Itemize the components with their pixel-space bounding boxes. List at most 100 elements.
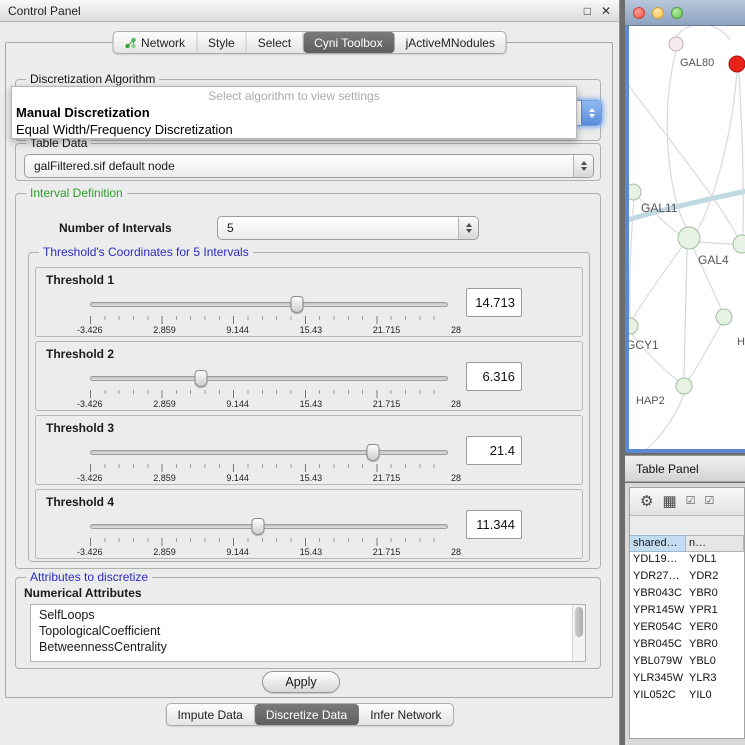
close-window-icon[interactable]: ✕ (601, 5, 611, 17)
network-node[interactable] (729, 56, 745, 72)
popup-placeholder-text: Select algorithm to view settings (12, 87, 576, 104)
scale-tick-label: 9.144 (226, 325, 249, 335)
minimize-traffic-light-icon[interactable] (652, 7, 664, 19)
scrollbar-thumb[interactable] (575, 607, 583, 637)
slider-thumb[interactable] (252, 518, 265, 535)
threshold-2-value-field[interactable] (466, 362, 522, 391)
scale-tick-label: 2.859 (153, 547, 176, 557)
table-row[interactable]: YBL079WYBL0 (630, 654, 744, 671)
table-row[interactable]: YBR043CYBR0 (630, 586, 744, 603)
table-row[interactable]: YDR27…YDR2 (630, 569, 744, 586)
threshold-4-value-field[interactable] (466, 510, 522, 539)
table-cell: YLR3 (686, 671, 744, 688)
scale-tick-label: 9.144 (226, 473, 249, 483)
network-edge (633, 248, 681, 318)
network-node[interactable] (669, 37, 683, 51)
tab-style[interactable]: Style (197, 32, 247, 53)
tab-impute-data[interactable]: Impute Data (166, 704, 254, 725)
tab-network[interactable]: Network (113, 32, 197, 53)
slider-ticks (90, 316, 448, 324)
slider-track[interactable] (90, 376, 448, 381)
network-canvas-svg: GAL80GAL11GAL4GCY1HAP2H (629, 26, 745, 449)
table-cell: YBR0 (686, 586, 744, 603)
scale-tick-label: 21.715 (373, 399, 401, 409)
attribute-list-item[interactable]: BetweennessCentrality (31, 639, 585, 655)
column-header-name[interactable]: n… (686, 535, 744, 552)
number-of-intervals-combo[interactable]: 5 (217, 216, 479, 240)
slider-thumb[interactable] (366, 444, 379, 461)
numerical-attributes-label: Numerical Attributes (24, 586, 142, 600)
slider-thumb[interactable] (194, 370, 207, 387)
algorithm-option-manual[interactable]: Manual Discretization (12, 104, 576, 121)
tab-select[interactable]: Select (247, 32, 303, 53)
threshold-1-value-field[interactable] (466, 288, 522, 317)
tab-label: Infer Network (370, 708, 441, 722)
table-cell: YDR27… (630, 569, 686, 586)
node-table-window: ⚙ ▦ ☑ ☑ shared… n… YDL19…YDL1YDR27…YDR2Y… (629, 487, 745, 739)
tab-jactivemnodules[interactable]: jActiveMNodules (395, 32, 506, 53)
attribute-list-item[interactable]: SelfLoops (31, 607, 585, 623)
select-all-checkbox-icon[interactable]: ☑ (686, 496, 696, 507)
network-canvas[interactable]: GAL80GAL11GAL4GCY1HAP2H (625, 26, 745, 453)
cyni-toolbox-panel: Discretization Algorithm Select algorith… (5, 42, 613, 698)
table-cell: YBL079W (630, 654, 686, 671)
network-node[interactable] (629, 184, 641, 200)
control-panel-titlebar[interactable]: Control Panel □ ✕ (0, 0, 619, 22)
table-row[interactable]: YLR345WYLR3 (630, 671, 744, 688)
network-edge (697, 72, 737, 231)
threshold-2-slider[interactable]: -3.4262.8599.14415.4321.71528 (90, 368, 448, 410)
number-of-intervals-value: 5 (218, 217, 458, 239)
scale-tick-label: 28 (451, 325, 461, 335)
apply-button[interactable]: Apply (262, 671, 340, 693)
threshold-3-slider[interactable]: -3.4262.8599.14415.4321.71528 (90, 442, 448, 484)
threshold-1-slider[interactable]: -3.4262.8599.14415.4321.71528 (90, 294, 448, 336)
slider-thumb[interactable] (290, 296, 303, 313)
settings-gear-icon[interactable]: ⚙ (640, 494, 653, 509)
scale-tick-label: 21.715 (373, 547, 401, 557)
slider-track[interactable] (90, 302, 448, 307)
columns-icon[interactable]: ▦ (662, 494, 676, 509)
table-row[interactable]: YBR045CYBR0 (630, 637, 744, 654)
network-node[interactable] (678, 227, 700, 249)
tab-cyni-toolbox[interactable]: Cyni Toolbox (303, 32, 394, 53)
table-panel-header[interactable]: Table Panel (625, 455, 745, 482)
network-edge (699, 242, 733, 244)
scale-tick-label: 15.43 (300, 325, 323, 335)
network-node[interactable] (676, 378, 692, 394)
zoom-traffic-light-icon[interactable] (671, 7, 683, 19)
tab-discretize-data[interactable]: Discretize Data (255, 704, 359, 725)
network-node[interactable] (733, 235, 745, 253)
discretization-algorithm-title: Discretization Algorithm (26, 72, 159, 86)
threshold-4-slider[interactable]: -3.4262.8599.14415.4321.71528 (90, 516, 448, 558)
table-row[interactable]: YIL052CYIL0 (630, 688, 744, 705)
column-header-shared-name[interactable]: shared… (630, 535, 686, 552)
numerical-attributes-list: SelfLoopsTopologicalCoefficientBetweenne… (31, 605, 585, 657)
algorithm-dropdown-popup: Select algorithm to view settings Manual… (11, 86, 577, 139)
network-edge (684, 249, 687, 378)
network-node[interactable] (716, 309, 732, 325)
network-node[interactable] (629, 318, 638, 334)
slider-scale-labels: -3.4262.8599.14415.4321.71528 (77, 547, 461, 557)
network-edge (689, 324, 721, 379)
network-window-titlebar[interactable] (625, 0, 745, 26)
scale-tick-label: 15.43 (300, 473, 323, 483)
table-data-combo[interactable]: galFiltered.sif default node (24, 154, 594, 178)
close-traffic-light-icon[interactable] (633, 7, 645, 19)
threshold-3-value-field[interactable] (466, 436, 522, 465)
list-scrollbar[interactable] (572, 605, 585, 661)
table-row[interactable]: YPR145WYPR1 (630, 603, 744, 620)
algorithm-option-equal-width[interactable]: Equal Width/Frequency Discretization (12, 121, 576, 138)
table-row[interactable]: YER054CYER0 (630, 620, 744, 637)
attribute-list-item[interactable]: TopologicalCoefficient (31, 623, 585, 639)
threshold-4-label: Threshold 4 (46, 495, 114, 509)
attributes-group: Attributes to discretize Numerical Attri… (15, 577, 601, 669)
slider-track[interactable] (90, 450, 448, 455)
table-cell: YIL052C (630, 688, 686, 705)
table-cell: YBR043C (630, 586, 686, 603)
table-row[interactable]: YDL19…YDL1 (630, 552, 744, 569)
table-data-group: Table Data galFiltered.sif default node (15, 143, 601, 181)
tab-infer-network[interactable]: Infer Network (359, 704, 452, 725)
select-shown-checkbox-icon[interactable]: ☑ (705, 496, 715, 507)
float-window-icon[interactable]: □ (584, 5, 591, 17)
slider-track[interactable] (90, 524, 448, 529)
